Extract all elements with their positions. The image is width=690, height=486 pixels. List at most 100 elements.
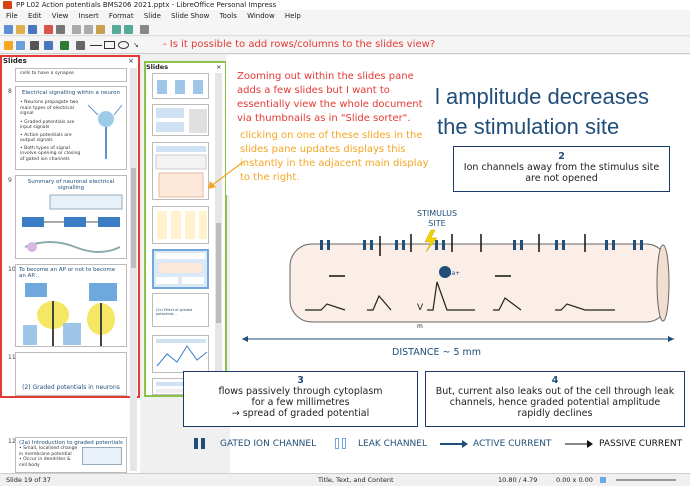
rectangle-tool-icon[interactable] (104, 41, 115, 49)
membrane-label: m (417, 323, 423, 330)
status-bar: Slide 19 of 37 Title, Text, and Content … (0, 473, 690, 485)
mid-pane-title: Slides (146, 63, 169, 71)
mid-slide-thumbnail-18[interactable] (152, 206, 209, 244)
slide-thumb-title: To become an AP or not to become an AP..… (19, 267, 116, 279)
slide-thumb-bullet: • Occur in dendrites & cell body (19, 457, 71, 468)
left-pane-title: Slides (3, 57, 27, 65)
slide-title-line2: the stimulation site (437, 114, 620, 139)
active-current-arrow-icon (440, 440, 468, 448)
print-icon[interactable] (56, 25, 65, 34)
select-icon[interactable] (4, 41, 13, 50)
menu-help[interactable]: Help (285, 12, 301, 20)
slide-thumb-snippet: cells to have a synapse (20, 71, 74, 76)
redo-icon[interactable] (124, 25, 133, 34)
copy-icon[interactable] (84, 25, 93, 34)
status-slide-info: Slide 19 of 37 (6, 476, 51, 484)
mid-slide-thumbnail-21[interactable] (152, 335, 209, 373)
undo-icon[interactable] (112, 25, 121, 34)
standard-toolbar (0, 22, 690, 36)
mid-slide-thumbnail[interactable] (152, 104, 209, 136)
box-text-line2: for a few millimetres (251, 397, 350, 408)
text-icon[interactable] (30, 41, 39, 50)
close-icon[interactable]: × (128, 57, 134, 65)
slide-thumbnail-10[interactable]: To become an AP or not to become an AP..… (15, 264, 127, 347)
slide-thumbnail-8[interactable]: Electrical signalling within a neuron • … (15, 86, 127, 170)
menu-edit[interactable]: Edit (28, 12, 42, 20)
slide-thumbnail-7[interactable]: cells to have a synapse (15, 68, 127, 82)
slide-thumb-title: Summary of neuronal electrical signallin… (27, 179, 115, 191)
menu-view[interactable]: View (52, 12, 69, 20)
slide-title-line1: l amplitude decreases (435, 84, 650, 109)
menu-insert[interactable]: Insert (79, 12, 99, 20)
status-size: 0.00 x 0.00 (556, 476, 593, 484)
slide-thumb-bullet: • Graded potentials are input signals (20, 119, 75, 131)
distance-label: DISTANCE ~ 5 mm (392, 347, 482, 358)
menu-format[interactable]: Format (109, 12, 134, 20)
slide-thumbnail-12[interactable]: (2a) Introduction to graded potentials •… (15, 437, 127, 473)
menu-slide[interactable]: Slide (144, 12, 161, 20)
mid-slide-thumbnail-19-selected[interactable] (152, 249, 209, 289)
fill-color-icon[interactable] (44, 41, 53, 50)
legend-active-label: ACTIVE CURRENT (473, 439, 552, 449)
zoom-icon[interactable] (16, 41, 25, 50)
distance-arrow (242, 336, 674, 342)
impress-app-icon (3, 1, 12, 9)
status-position: 10.80 / 4.79 (498, 476, 538, 484)
mid-slide-thumbnail-20[interactable]: (2c) Effect of graded potentials... (152, 293, 209, 327)
mid-pane-scroll-thumb[interactable] (216, 223, 221, 323)
box-number: 4 (551, 375, 559, 386)
leak-channel-icon (335, 438, 339, 449)
mid-pane-scrollbar[interactable] (215, 73, 222, 393)
line-color-icon[interactable] (60, 41, 69, 50)
slide-thumb-title: Electrical signalling within a neuron (22, 90, 120, 96)
slide-thumbnail-11[interactable]: (2) Graded potentials in neurons (15, 352, 127, 396)
save-status-icon (600, 477, 606, 483)
menu-window[interactable]: Window (247, 12, 275, 20)
close-icon[interactable]: × (216, 63, 221, 71)
ellipse-tool-icon[interactable] (118, 41, 129, 49)
left-pane-scroll-thumb[interactable] (131, 168, 136, 268)
box-text: But, current also leaks out of the cell … (435, 386, 675, 419)
slide-thumb-image (82, 447, 122, 465)
question-annotation: - Is it possible to add rows/columns to … (163, 39, 436, 50)
ap-neuron-diagram (23, 283, 117, 346)
mid-slide-thumbnail[interactable] (152, 73, 209, 99)
mid-slide-thumbnail-17[interactable] (152, 142, 209, 200)
menu-tools[interactable]: Tools (220, 12, 237, 20)
curve-tool-icon[interactable]: ↘ (133, 41, 139, 49)
new-icon[interactable] (4, 25, 13, 34)
legend-passive-label: PASSIVE CURRENT (599, 439, 683, 449)
slide-thumb-bullet: • Both types of signal involve opening o… (20, 145, 81, 162)
legend: GATED ION CHANNEL LEAK CHANNEL ACTIVE CU… (190, 436, 690, 452)
slide-thumb-bullet: • Action potentials are output signals (20, 132, 72, 144)
box-text-line1: flows passively through cytoplasm (218, 386, 383, 397)
slide-number: 8 (8, 88, 12, 95)
slide-thumbnail-9[interactable]: Summary of neuronal electrical signallin… (15, 175, 127, 259)
menu-file[interactable]: File (6, 12, 18, 20)
export-pdf-icon[interactable] (44, 25, 53, 34)
open-icon[interactable] (16, 25, 25, 34)
legend-leak-label: LEAK CHANNEL (358, 439, 427, 449)
spellcheck-icon[interactable] (140, 25, 149, 34)
cut-icon[interactable] (72, 25, 81, 34)
left-pane-scrollbar[interactable] (130, 68, 137, 471)
zoom-slider[interactable] (616, 479, 676, 481)
menu-bar: File Edit View Insert Format Slide Slide… (0, 10, 690, 22)
save-icon[interactable] (28, 25, 37, 34)
menu-slide-show[interactable]: Slide Show (171, 12, 209, 20)
box-number: 2 (558, 151, 565, 162)
slide-thumb-bullet: • Small, localised change in membrane po… (19, 446, 78, 457)
slide-thumb-title: (2c) Effect of graded potentials... (156, 308, 193, 316)
left-pane-header: Slides × (0, 57, 138, 68)
slide-thumb-bullet: • Neurons propagate two main types of el… (20, 100, 79, 116)
box-text-line3: → spread of graded potential (231, 408, 370, 419)
neuron-image (86, 101, 124, 163)
na-label: Na+ (447, 270, 460, 277)
zoom-note-annotation: Zooming out within the slides pane adds … (237, 71, 423, 124)
paste-icon[interactable] (96, 25, 105, 34)
line-tool-icon[interactable] (90, 45, 102, 46)
box-number: 3 (297, 375, 304, 386)
info-box-2: 2 Ion channels away from the stimulus si… (453, 146, 670, 192)
leak-channel-icon (342, 438, 346, 449)
align-icon[interactable] (76, 41, 85, 50)
